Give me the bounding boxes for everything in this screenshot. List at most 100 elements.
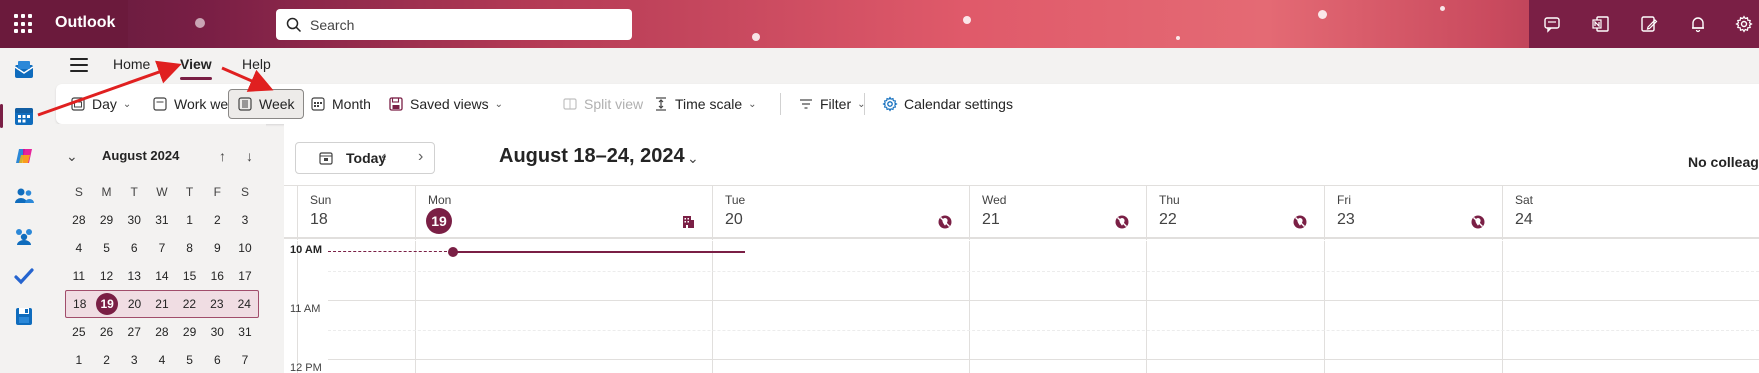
mini-calendar-day[interactable]: 3 <box>231 213 259 227</box>
day-header-sun[interactable]: Sun 18 <box>297 186 415 240</box>
mini-calendar-day[interactable]: 3 <box>120 353 148 367</box>
arrow-up-icon[interactable]: ↑ <box>219 148 226 164</box>
mini-calendar-day[interactable]: 25 <box>65 325 93 339</box>
day-header-sat[interactable]: Sat 24 <box>1502 186 1759 240</box>
rail-calendar[interactable] <box>0 96 48 136</box>
header-decor <box>963 16 971 24</box>
onenote-icon[interactable] <box>1589 12 1613 36</box>
rail-files[interactable] <box>0 296 48 336</box>
saved-views-button[interactable]: Saved views ⌄ <box>380 89 511 119</box>
week-view-button[interactable]: Week <box>228 89 304 119</box>
gear-icon[interactable] <box>1732 12 1756 36</box>
bell-icon[interactable] <box>1686 12 1710 36</box>
day-column-mon[interactable] <box>415 241 712 373</box>
mini-calendar-day[interactable]: 4 <box>148 353 176 367</box>
mini-calendar-day[interactable]: 2 <box>93 353 121 367</box>
next-week-icon[interactable]: › <box>418 148 423 166</box>
mini-calendar-day[interactable]: 20 <box>121 297 148 311</box>
mini-calendar-day[interactable]: 7 <box>231 353 259 367</box>
mini-calendar-day[interactable]: 28 <box>65 213 93 227</box>
chevron-down-icon[interactable]: ⌄ <box>687 150 699 167</box>
mini-calendar-day[interactable]: 9 <box>203 241 231 255</box>
calendar-settings-button[interactable]: Calendar settings <box>874 89 1021 119</box>
mini-calendar-day[interactable]: 4 <box>65 241 93 255</box>
day-header-row: Sun 18 Mon 19 Tue 20 Wed 21 Thu 22 Fri 23 Sat 24 <box>284 185 1759 240</box>
previous-week-icon[interactable]: ‹ <box>381 148 386 166</box>
mini-calendar-day[interactable]: 29 <box>176 325 204 339</box>
mini-calendar-day[interactable]: 6 <box>120 241 148 255</box>
mini-calendar-day[interactable]: 10 <box>231 241 259 255</box>
mini-calendar-day[interactable]: 21 <box>148 297 175 311</box>
mini-calendar-day[interactable]: 27 <box>120 325 148 339</box>
hamburger-menu-icon[interactable] <box>70 58 88 72</box>
mini-calendar-day[interactable]: 29 <box>93 213 121 227</box>
day-column-wed[interactable] <box>969 241 1146 373</box>
location-off-icon[interactable] <box>937 214 953 230</box>
month-icon <box>311 97 325 111</box>
mini-calendar-day[interactable]: 2 <box>203 213 231 227</box>
app-name[interactable]: Outlook <box>55 14 115 32</box>
chat-icon[interactable] <box>1540 12 1564 36</box>
mini-calendar-day[interactable]: 23 <box>203 297 230 311</box>
rail-copilot[interactable] <box>0 136 48 176</box>
mini-calendar-day[interactable]: 5 <box>93 241 121 255</box>
time-scale-button[interactable]: Time scale ⌄ <box>645 89 765 119</box>
mini-calendar-day[interactable]: 30 <box>203 325 231 339</box>
month-view-button[interactable]: Month <box>302 89 379 119</box>
day-column-fri[interactable] <box>1324 241 1502 373</box>
tab-help[interactable]: Help <box>242 56 271 72</box>
day-header-thu[interactable]: Thu 22 <box>1146 186 1324 240</box>
tab-view[interactable]: View <box>180 56 212 80</box>
day-header-fri[interactable]: Fri 23 <box>1324 186 1502 240</box>
day-header-wed[interactable]: Wed 21 <box>969 186 1146 240</box>
rail-people[interactable] <box>0 176 48 216</box>
mini-calendar-day[interactable]: 11 <box>65 269 93 283</box>
mini-calendar-day[interactable]: 1 <box>176 213 204 227</box>
mini-calendar-day[interactable]: 15 <box>176 269 204 283</box>
day-header-tue[interactable]: Tue 20 <box>712 186 969 240</box>
mini-calendar-day[interactable]: 17 <box>231 269 259 283</box>
mini-calendar-day[interactable]: 31 <box>148 213 176 227</box>
filter-button[interactable]: Filter ⌄ <box>790 89 874 119</box>
day-column-thu[interactable] <box>1146 241 1324 373</box>
rail-mail[interactable] <box>0 50 48 90</box>
mini-calendar-day[interactable]: 13 <box>120 269 148 283</box>
search-input[interactable] <box>310 16 610 33</box>
location-off-icon[interactable] <box>1470 214 1486 230</box>
mini-calendar-day[interactable]: 31 <box>231 325 259 339</box>
mini-calendar-today[interactable]: 19 <box>93 293 120 315</box>
location-off-icon[interactable] <box>1292 214 1308 230</box>
search-box[interactable] <box>276 9 632 40</box>
day-view-button[interactable]: Day ⌄ <box>62 89 139 119</box>
mini-calendar-day[interactable]: 8 <box>176 241 204 255</box>
mini-calendar-day[interactable]: 22 <box>176 297 203 311</box>
mini-calendar-day[interactable]: 26 <box>93 325 121 339</box>
day-number: 20 <box>127 297 142 311</box>
mini-calendar-day[interactable]: 18 <box>66 297 93 311</box>
day-header-mon[interactable]: Mon 19 <box>415 186 712 240</box>
location-off-icon[interactable] <box>1114 214 1130 230</box>
mini-calendar-day[interactable]: 24 <box>231 297 258 311</box>
mini-calendar-day[interactable]: 16 <box>203 269 231 283</box>
mini-calendar-day[interactable]: 14 <box>148 269 176 283</box>
mini-calendar-day[interactable]: 7 <box>148 241 176 255</box>
date-range-title[interactable]: August 18–24, 2024 <box>499 145 685 168</box>
mini-calendar-day[interactable]: 30 <box>120 213 148 227</box>
day-column-tue[interactable] <box>712 241 969 373</box>
colleagues-label[interactable]: No colleagu <box>1688 154 1759 170</box>
day-column-sat[interactable] <box>1502 241 1759 373</box>
arrow-down-icon[interactable]: ↓ <box>246 148 253 164</box>
today-button[interactable]: Today <box>295 142 435 174</box>
mini-calendar-day[interactable]: 28 <box>148 325 176 339</box>
tab-home[interactable]: Home <box>113 56 150 72</box>
edit-note-icon[interactable] <box>1637 12 1661 36</box>
collapse-chevron-icon[interactable]: ⌄ <box>66 148 78 165</box>
rail-groups[interactable] <box>0 216 48 256</box>
rail-todo[interactable] <box>0 256 48 296</box>
office-building-icon[interactable] <box>680 214 696 230</box>
mini-calendar-day[interactable]: 6 <box>203 353 231 367</box>
waffle-icon[interactable] <box>14 14 34 34</box>
mini-calendar-day[interactable]: 5 <box>176 353 204 367</box>
mini-calendar-day[interactable]: 12 <box>93 269 121 283</box>
mini-calendar-day[interactable]: 1 <box>65 353 93 367</box>
